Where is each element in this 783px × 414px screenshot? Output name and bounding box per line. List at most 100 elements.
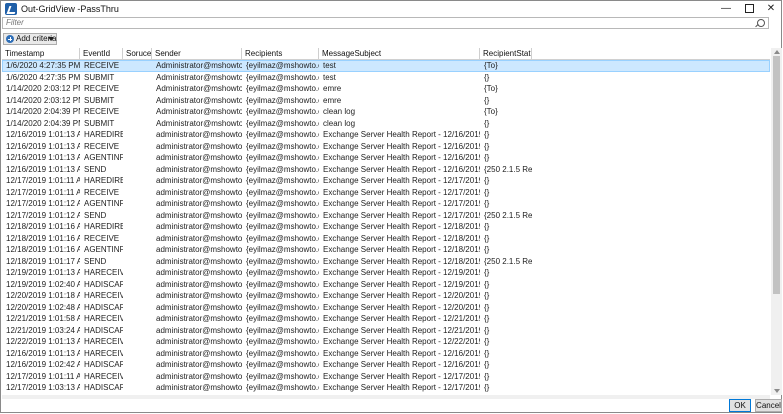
column-header-messagesubject[interactable]: MessageSubject — [319, 48, 480, 59]
cell-messagesubject: Exchange Server Health Report - 12/16/20… — [323, 164, 480, 174]
column-header-eventid[interactable]: EventId — [80, 48, 123, 59]
cell-messagesubject: Exchange Server Health Report - 12/18/20… — [323, 233, 480, 243]
table-row[interactable]: 1/14/2020 2:03:12 PM SUBMIT Administrator@… — [2, 95, 770, 107]
table-row[interactable]: 12/16/2019 1:01:13 AM SEND administrator@m… — [2, 164, 770, 176]
table-row[interactable]: 1/6/2020 4:27:35 PM RECEIVE Administrator@… — [2, 60, 770, 72]
table-row[interactable]: 12/17/2019 1:01:11 AM HAREDIRECT administr… — [2, 175, 770, 187]
scroll-up-icon[interactable] — [774, 50, 780, 54]
table-row[interactable]: 12/17/2019 1:03:13 AM HADISCARD administra… — [2, 382, 770, 394]
cell-eventid: SUBMIT — [84, 95, 115, 105]
table-row[interactable]: 1/14/2020 2:04:39 PM SUBMIT Administrator@… — [2, 118, 770, 130]
table-row[interactable]: 12/18/2019 1:01:16 AM AGENTINFO administra… — [2, 244, 770, 256]
cell-eventid: RECEIVE — [84, 107, 120, 116]
cell-sender: Administrator@mshowto.org — [156, 118, 242, 128]
cell-recipients: {eyilmaz@mshowto.org} — [246, 176, 319, 185]
cell-eventid: SEND — [84, 164, 107, 174]
cell-recipientstatus: {} — [484, 176, 490, 185]
cell-recipients: {eyilmaz@mshowto.org} — [246, 141, 319, 151]
cell-sender: administrator@mshowto.org — [156, 337, 242, 346]
close-button[interactable]: ✕ — [758, 1, 783, 17]
table-row[interactable]: 12/20/2019 1:01:18 AM HARECEIVE administra… — [2, 290, 770, 302]
table-row[interactable]: 12/16/2019 1:01:13 AM RECEIVE administrato… — [2, 141, 770, 153]
column-header-source[interactable]: Soruce — [123, 48, 152, 59]
grid-header: Timestamp EventId Soruce Sender Recipien… — [2, 48, 770, 60]
table-row[interactable]: 12/16/2019 1:01:13 AM HAREDIRECT administr… — [2, 129, 770, 141]
cell-sender: administrator@mshowto.org — [156, 199, 242, 208]
cell-source — [123, 152, 152, 164]
cell-timestamp: 12/22/2019 1:01:13 AM — [6, 337, 80, 346]
cell-recipients: {eyilmaz@mshowto.org} — [246, 302, 319, 312]
cell-messagesubject: clean log — [323, 107, 356, 116]
table-row[interactable]: 12/17/2019 1:01:12 AM SEND administrator@m… — [2, 210, 770, 222]
cell-eventid: RECEIVE — [84, 84, 120, 93]
cell-messagesubject: Exchange Server Health Report - 12/18/20… — [323, 222, 480, 231]
table-row[interactable]: 12/16/2019 1:02:42 AM HADISCARD administra… — [2, 359, 770, 371]
cell-source — [123, 267, 152, 279]
cell-sender: administrator@mshowto.org — [156, 325, 242, 335]
horizontal-scrollbar[interactable] — [2, 395, 770, 399]
cell-source — [123, 359, 152, 371]
column-header-recipientstatus[interactable]: RecipientStatus — [480, 48, 532, 59]
cell-sender: administrator@mshowto.org — [156, 302, 242, 312]
table-row[interactable]: 12/18/2019 1:01:16 AM RECEIVE administrato… — [2, 233, 770, 245]
cell-recipients: {eyilmaz@mshowto.org} — [246, 95, 319, 105]
search-icon — [757, 19, 765, 27]
cell-timestamp: 1/14/2020 2:03:12 PM — [6, 84, 80, 93]
add-criteria-button[interactable]: Add criteria — [3, 33, 57, 45]
table-row[interactable]: 12/22/2019 1:01:13 AM HARECEIVE administra… — [2, 336, 770, 348]
scrollbar-thumb[interactable] — [773, 56, 780, 294]
table-row[interactable]: 12/19/2019 1:01:13 AM HARECEIVE administra… — [2, 267, 770, 279]
cell-messagesubject: Exchange Server Health Report - 12/21/20… — [323, 314, 480, 323]
column-header-timestamp[interactable]: Timestamp — [2, 48, 80, 59]
cancel-button[interactable]: Cancel — [755, 399, 782, 412]
table-row[interactable]: 12/16/2019 1:01:13 AM HARECEIVE administra… — [2, 348, 770, 360]
cell-eventid: HADISCARD — [84, 360, 123, 369]
table-row[interactable]: 12/18/2019 1:01:17 AM SEND administrator@m… — [2, 256, 770, 268]
column-header-recipients[interactable]: Recipients — [242, 48, 319, 59]
cell-recipientstatus: {250 2.1.5 Reci — [484, 256, 532, 266]
table-row[interactable]: 12/21/2019 1:03:24 AM HADISCARD administra… — [2, 325, 770, 337]
maximize-icon — [744, 3, 754, 13]
scroll-down-icon[interactable] — [774, 389, 780, 393]
cell-recipientstatus: {To} — [484, 84, 498, 93]
cell-source — [123, 129, 152, 141]
column-header-sender[interactable]: Sender — [152, 48, 242, 59]
cell-source — [123, 95, 152, 107]
cell-recipientstatus: {} — [484, 118, 490, 128]
table-row[interactable]: 1/6/2020 4:27:35 PM SUBMIT Administrator@m… — [2, 72, 770, 84]
cell-eventid: HAREDIRECT — [84, 176, 123, 185]
table-row[interactable]: 1/14/2020 2:03:12 PM RECEIVE Administrator… — [2, 83, 770, 95]
table-row[interactable]: 12/19/2019 1:02:40 AM HADISCARD administra… — [2, 279, 770, 291]
cell-source — [123, 348, 152, 360]
cell-timestamp: 12/21/2019 1:01:58 AM — [6, 314, 80, 323]
cell-recipients: {eyilmaz@mshowto.org} — [246, 61, 319, 70]
cell-recipientstatus: {} — [484, 130, 490, 139]
ok-button[interactable]: OK — [729, 399, 751, 412]
cell-timestamp: 12/17/2019 1:01:11 AM — [6, 176, 80, 185]
cell-recipientstatus: {} — [484, 233, 490, 243]
cell-recipientstatus: {} — [484, 314, 490, 323]
cell-recipients: {eyilmaz@mshowto.org} — [246, 268, 319, 277]
cell-messagesubject: emre — [323, 84, 342, 93]
table-row[interactable]: 12/16/2019 1:01:13 AM AGENTINFO administra… — [2, 152, 770, 164]
cell-messagesubject: Exchange Server Health Report - 12/17/20… — [323, 187, 480, 197]
filter-input[interactable]: Filter — [2, 17, 769, 29]
table-row[interactable]: 1/14/2020 2:04:39 PM RECEIVE Administrator… — [2, 106, 770, 118]
table-row[interactable]: 12/17/2019 1:01:12 AM AGENTINFO administra… — [2, 198, 770, 210]
cell-recipientstatus: {} — [484, 222, 490, 231]
table-row[interactable]: 12/21/2019 1:01:58 AM HARECEIVE administra… — [2, 313, 770, 325]
table-row[interactable]: 12/17/2019 1:01:11 AM HARECEIVE administra… — [2, 371, 770, 383]
cell-eventid: HARECEIVE — [84, 268, 123, 277]
cell-sender: administrator@mshowto.org — [156, 383, 242, 392]
plus-icon — [6, 35, 14, 43]
table-row[interactable]: 12/17/2019 1:01:11 AM RECEIVE administrato… — [2, 187, 770, 199]
cell-recipients: {eyilmaz@mshowto.org} — [246, 130, 319, 139]
cell-recipients: {eyilmaz@mshowto.org} — [246, 233, 319, 243]
cell-sender: administrator@mshowto.org — [156, 164, 242, 174]
table-row[interactable]: 12/18/2019 1:01:16 AM HAREDIRECT administr… — [2, 221, 770, 233]
vertical-scrollbar[interactable] — [771, 48, 782, 395]
cell-timestamp: 12/18/2019 1:01:16 AM — [6, 222, 80, 231]
table-row[interactable]: 12/20/2019 1:02:48 AM HADISCARD administra… — [2, 302, 770, 314]
cell-recipients: {eyilmaz@mshowto.org} — [246, 153, 319, 162]
cell-recipientstatus: {} — [484, 153, 490, 162]
